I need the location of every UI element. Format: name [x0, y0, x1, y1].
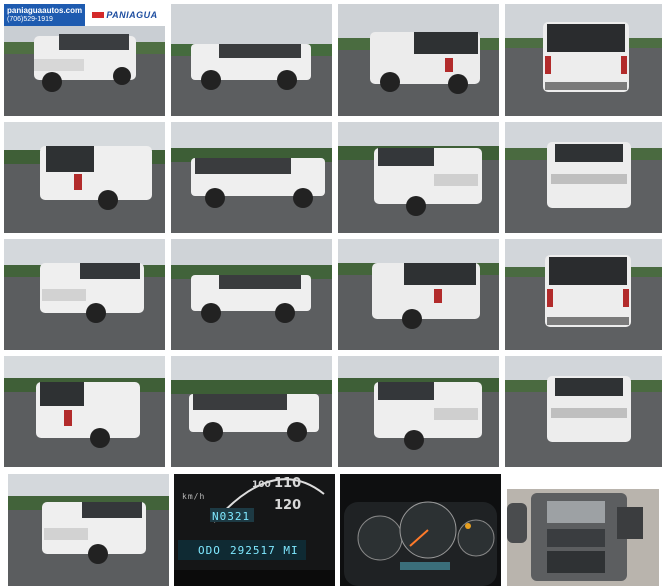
- photo-8[interactable]: [505, 122, 662, 233]
- suv-rear-left-image: [4, 356, 165, 467]
- photo-2[interactable]: [171, 4, 332, 116]
- photo-11[interactable]: [338, 239, 499, 350]
- odometer-reading: 292517 MI: [230, 544, 299, 557]
- suv-right-side-image: [171, 356, 332, 467]
- photo-6[interactable]: [171, 122, 332, 233]
- suv-front-left-image: [338, 122, 499, 233]
- photo-15[interactable]: [338, 356, 499, 467]
- dealer-website: paniaguaautos.com: [7, 6, 83, 15]
- photo-7[interactable]: [338, 122, 499, 233]
- odometer-label: ODO: [198, 544, 221, 557]
- brand-mark-icon: [92, 12, 105, 18]
- speed-unit: km/h: [182, 492, 206, 501]
- suv-front-left-image: [8, 474, 169, 586]
- suv-rear-left-image: [338, 239, 499, 350]
- suv-rear-left-image: [338, 4, 499, 116]
- photo-9[interactable]: [4, 239, 165, 350]
- photo-16[interactable]: [505, 356, 662, 467]
- suv-front-image: [505, 122, 662, 233]
- speed-mark-110: 110: [274, 476, 302, 491]
- dealer-contact-block: paniaguaautos.com (706)529-1919: [4, 4, 85, 26]
- dealer-brand-logo: PANIAGUA: [85, 4, 165, 26]
- photo-19[interactable]: [340, 474, 501, 586]
- photo-13[interactable]: [4, 356, 165, 467]
- speed-mark-100: 100: [252, 480, 271, 490]
- odometer-image: [174, 474, 335, 586]
- dealer-phone: (706)529-1919: [7, 16, 53, 23]
- suv-front-left-image: [4, 239, 165, 350]
- speed-mark-120: 120: [274, 498, 302, 513]
- suv-left-side-image: [171, 239, 332, 350]
- suv-rear-image: [505, 4, 662, 116]
- photo-1[interactable]: paniaguaautos.com (706)529-1919 PANIAGUA: [4, 4, 165, 116]
- trip-display: N0321: [212, 510, 251, 523]
- radio-console-image: [507, 489, 659, 586]
- suv-front-left-image: [338, 356, 499, 467]
- photo-5[interactable]: [4, 122, 165, 233]
- photo-17[interactable]: [8, 474, 169, 586]
- photo-20[interactable]: [507, 489, 659, 586]
- dealer-logo: paniaguaautos.com (706)529-1919 PANIAGUA: [4, 4, 165, 26]
- suv-left-side-image: [171, 4, 332, 116]
- suv-front-image: [505, 356, 662, 467]
- photo-18[interactable]: 100 110 120 km/h N0321 ODO 292517 MI: [174, 474, 335, 586]
- photo-14[interactable]: [171, 356, 332, 467]
- dealer-brand: PANIAGUA: [106, 10, 158, 20]
- suv-rear-image: [505, 239, 662, 350]
- photo-4[interactable]: [505, 4, 662, 116]
- photo-12[interactable]: [505, 239, 662, 350]
- suv-right-side-image: [171, 122, 332, 233]
- photo-3[interactable]: [338, 4, 499, 116]
- photo-10[interactable]: [171, 239, 332, 350]
- instrument-cluster-image: [340, 474, 501, 586]
- photo-gallery: paniaguaautos.com (706)529-1919 PANIAGUA: [0, 0, 662, 586]
- suv-rear-left-image: [4, 122, 165, 233]
